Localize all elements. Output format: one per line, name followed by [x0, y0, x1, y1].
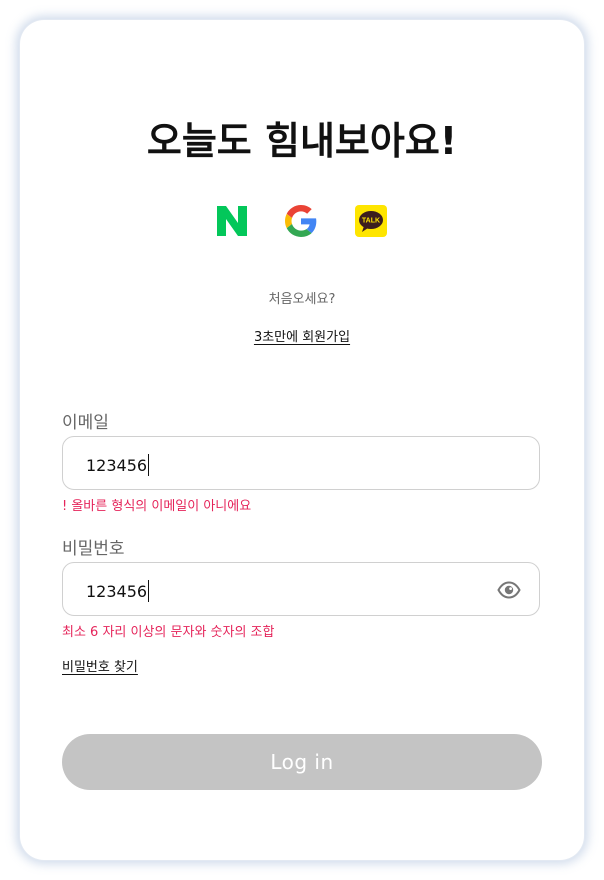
google-login-button[interactable]: [285, 205, 317, 237]
password-field[interactable]: 123456: [62, 562, 540, 616]
email-error-message: ! 올바른 형식의 이메일이 아니에요: [62, 499, 252, 514]
email-field-value: 123456: [86, 456, 148, 475]
eye-icon: [497, 581, 521, 599]
email-label: 이메일: [62, 413, 109, 433]
password-label: 비밀번호: [62, 539, 125, 559]
login-button[interactable]: Log in: [62, 734, 542, 790]
email-field-value-wrapper: 123456: [86, 454, 150, 476]
text-caret: [148, 454, 150, 476]
email-field[interactable]: 123456: [62, 436, 540, 490]
password-visibility-toggle[interactable]: [497, 580, 521, 600]
page-title: 오늘도 힘내보아요!: [146, 119, 458, 163]
kakao-login-button[interactable]: TALK: [355, 205, 387, 237]
naver-icon: [217, 206, 247, 236]
signup-link[interactable]: 3초만에 회원가입: [254, 330, 350, 345]
password-error-message: 최소 6 자리 이상의 문자와 숫자의 조합: [62, 625, 275, 640]
kakao-talk-icon: TALK: [355, 205, 387, 237]
signup-link-wrapper: 3초만에 회원가입: [0, 326, 604, 345]
password-field-value: 123456: [86, 582, 148, 601]
google-icon: [285, 205, 317, 237]
password-field-value-wrapper: 123456: [86, 580, 150, 602]
text-caret: [148, 580, 150, 602]
signup-prompt: 처음오세요?: [268, 292, 336, 307]
find-password-link[interactable]: 비밀번호 찾기: [62, 656, 138, 675]
naver-login-button[interactable]: [216, 205, 248, 237]
kakao-talk-text: TALK: [362, 218, 380, 225]
